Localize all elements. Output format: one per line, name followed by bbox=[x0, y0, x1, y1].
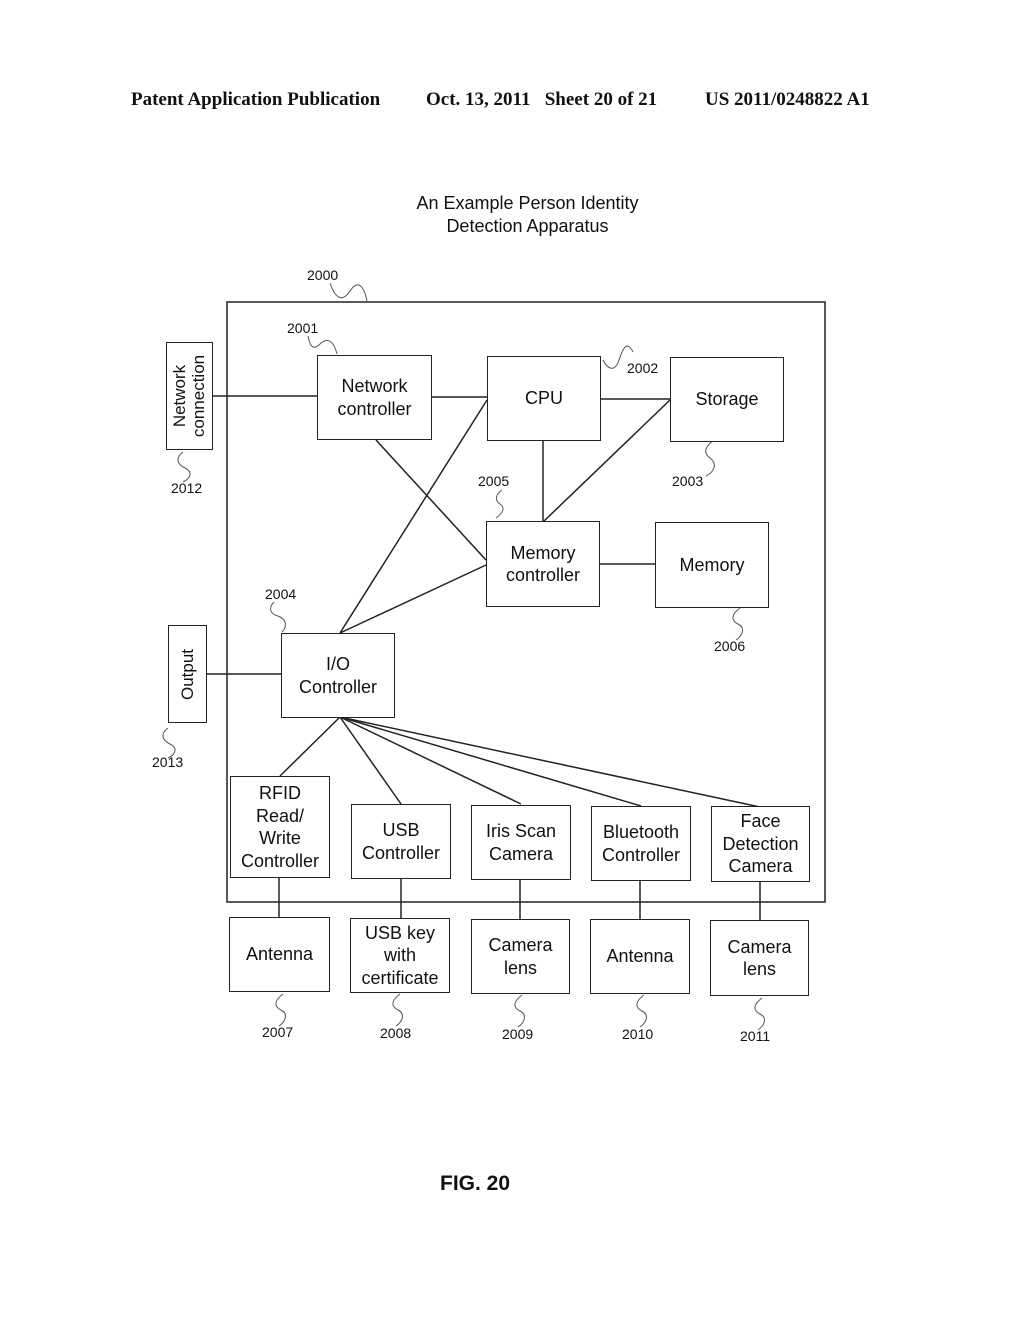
ref-2004: 2004 bbox=[265, 586, 297, 602]
output-label: Output bbox=[178, 648, 198, 700]
leader-2008 bbox=[392, 993, 403, 1027]
io-controller-box: I/O Controller bbox=[281, 633, 395, 718]
ref-2009: 2009 bbox=[502, 1026, 534, 1042]
leader-2010 bbox=[636, 994, 647, 1028]
ref-2010: 2010 bbox=[622, 1026, 654, 1042]
edge-io-bluetooth bbox=[339, 716, 642, 807]
edge-io-iris bbox=[339, 716, 522, 805]
antenna-bluetooth-box: Antenna bbox=[590, 919, 690, 994]
antenna-rfid-box: Antenna bbox=[229, 917, 330, 992]
memory-box: Memory bbox=[655, 522, 769, 608]
edge-io-rfid bbox=[279, 716, 341, 777]
ref-2003: 2003 bbox=[672, 473, 704, 489]
edge-io-face bbox=[339, 716, 761, 808]
network-connection-box: Network connection bbox=[166, 342, 213, 450]
ref-2013: 2013 bbox=[152, 754, 184, 770]
usb-key-box: USB key with certificate bbox=[350, 918, 450, 993]
storage-box: Storage bbox=[670, 357, 784, 442]
edge-netctrl-memctrl bbox=[375, 439, 487, 561]
ref-2001: 2001 bbox=[287, 320, 319, 336]
leader-2012 bbox=[177, 451, 191, 483]
leader-2011 bbox=[754, 997, 765, 1031]
usb-controller-box: USB Controller bbox=[351, 804, 451, 879]
cpu-box: CPU bbox=[487, 356, 601, 441]
leader-2003 bbox=[705, 439, 715, 477]
ref-2005: 2005 bbox=[478, 473, 510, 489]
connector-layer bbox=[162, 282, 826, 1031]
output-box: Output bbox=[168, 625, 207, 723]
leader-2004 bbox=[270, 601, 286, 633]
leader-2007 bbox=[275, 993, 286, 1027]
leader-2009 bbox=[514, 994, 525, 1028]
edge-io-usb bbox=[339, 716, 402, 805]
ref-2002: 2002 bbox=[627, 360, 659, 376]
rfid-controller-box: RFID Read/ Write Controller bbox=[230, 776, 330, 878]
iris-scan-camera-box: Iris Scan Camera bbox=[471, 805, 571, 880]
figure-label: FIG. 20 bbox=[440, 1172, 511, 1195]
leader-2000 bbox=[329, 282, 368, 302]
ref-2008: 2008 bbox=[380, 1025, 412, 1041]
memory-controller-box: Memory controller bbox=[486, 521, 600, 607]
ref-2006: 2006 bbox=[714, 638, 746, 654]
camera-lens-iris-box: Camera lens bbox=[471, 919, 570, 994]
ref-2011: 2011 bbox=[740, 1028, 771, 1044]
ref-2012: 2012 bbox=[171, 480, 203, 496]
network-controller-box: Network controller bbox=[317, 355, 432, 440]
bluetooth-controller-box: Bluetooth Controller bbox=[591, 806, 691, 881]
ref-2000: 2000 bbox=[307, 267, 339, 283]
ref-2007: 2007 bbox=[262, 1024, 294, 1040]
network-connection-label: Network connection bbox=[170, 354, 209, 438]
leader-2006 bbox=[732, 607, 743, 641]
leader-2001 bbox=[307, 335, 338, 355]
camera-lens-face-box: Camera lens bbox=[710, 920, 809, 996]
leader-2005 bbox=[495, 489, 504, 519]
face-detection-camera-box: Face Detection Camera bbox=[711, 806, 810, 882]
